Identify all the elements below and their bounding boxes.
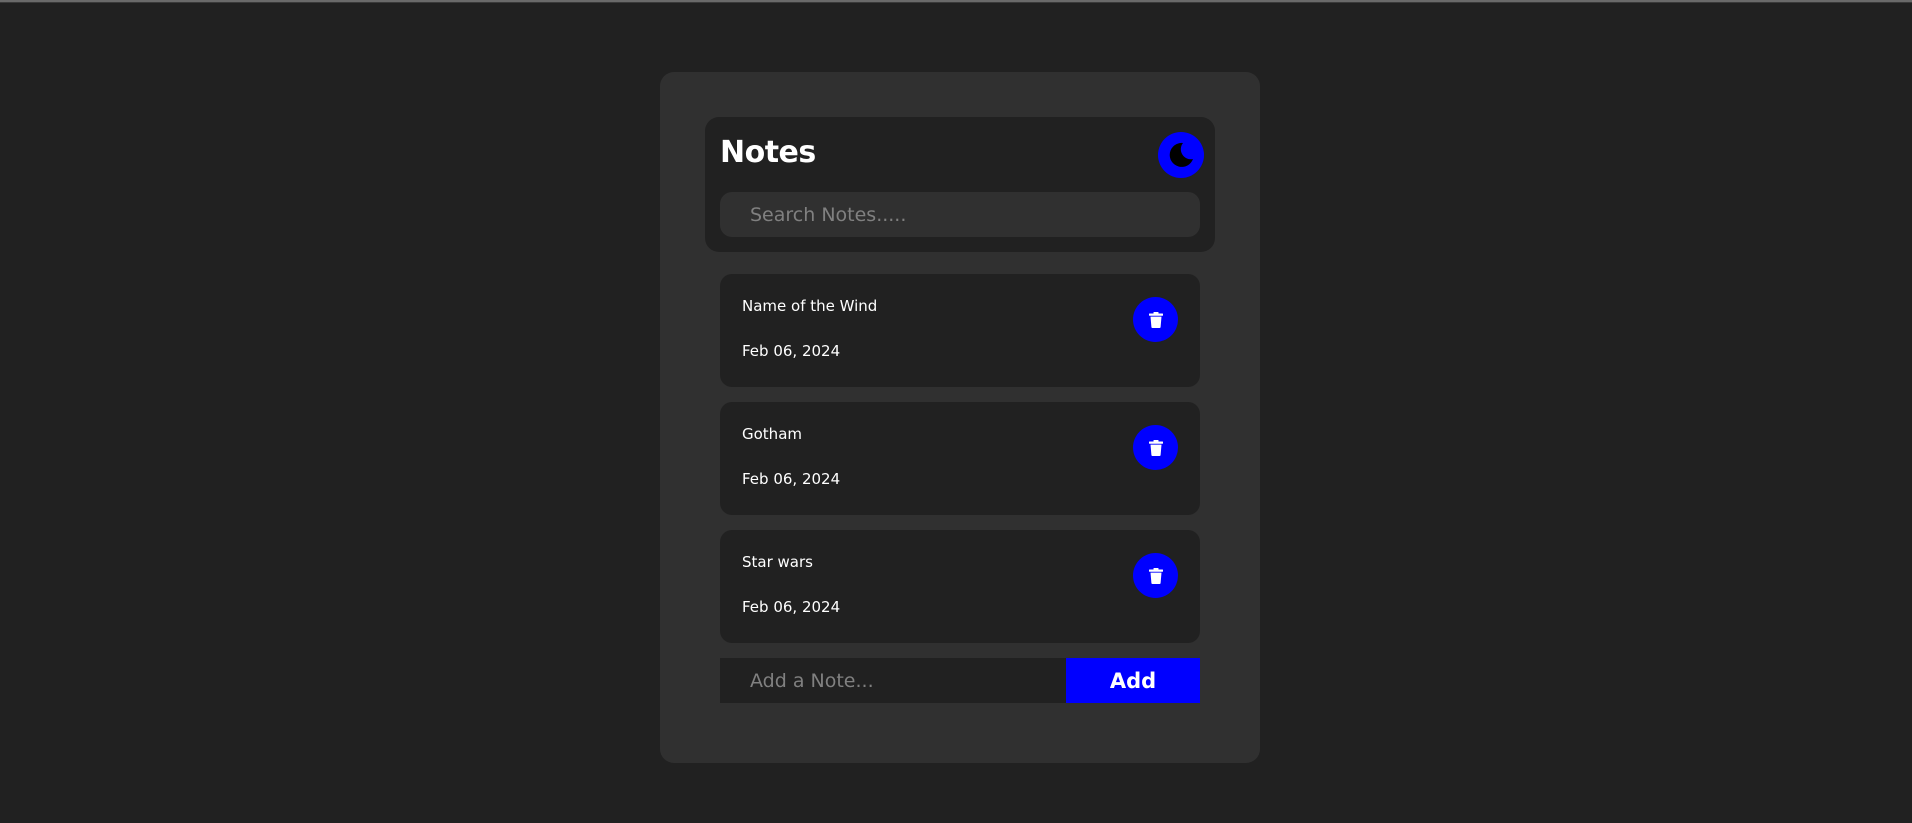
search-input[interactable] <box>720 192 1200 237</box>
add-note-row: Add <box>720 658 1200 703</box>
note-title: Gotham <box>742 425 802 443</box>
notes-header: Notes <box>705 117 1215 252</box>
notes-list: Name of the Wind Feb 06, 2024 Gotham Feb… <box>720 274 1200 658</box>
delete-note-button[interactable] <box>1133 553 1178 598</box>
add-note-button[interactable]: Add <box>1066 658 1200 703</box>
add-note-input[interactable] <box>720 658 1066 703</box>
trash-icon <box>1148 567 1163 584</box>
note-date: Feb 06, 2024 <box>742 598 841 616</box>
note-date: Feb 06, 2024 <box>742 342 841 360</box>
delete-note-button[interactable] <box>1133 297 1178 342</box>
notes-app: Notes Name of the Wind Feb 06, 2024 Goth… <box>660 72 1260 763</box>
note-card[interactable]: Gotham Feb 06, 2024 <box>720 402 1200 515</box>
note-title: Name of the Wind <box>742 297 878 315</box>
note-date: Feb 06, 2024 <box>742 470 841 488</box>
moon-icon <box>1169 142 1193 167</box>
note-title: Star wars <box>742 553 813 571</box>
delete-note-button[interactable] <box>1133 425 1178 470</box>
page-title: Notes <box>720 135 816 170</box>
theme-toggle-button[interactable] <box>1158 132 1204 178</box>
trash-icon <box>1148 311 1163 328</box>
trash-icon <box>1148 439 1163 456</box>
note-card[interactable]: Star wars Feb 06, 2024 <box>720 530 1200 643</box>
note-card[interactable]: Name of the Wind Feb 06, 2024 <box>720 274 1200 387</box>
browser-top-border <box>0 0 1912 3</box>
